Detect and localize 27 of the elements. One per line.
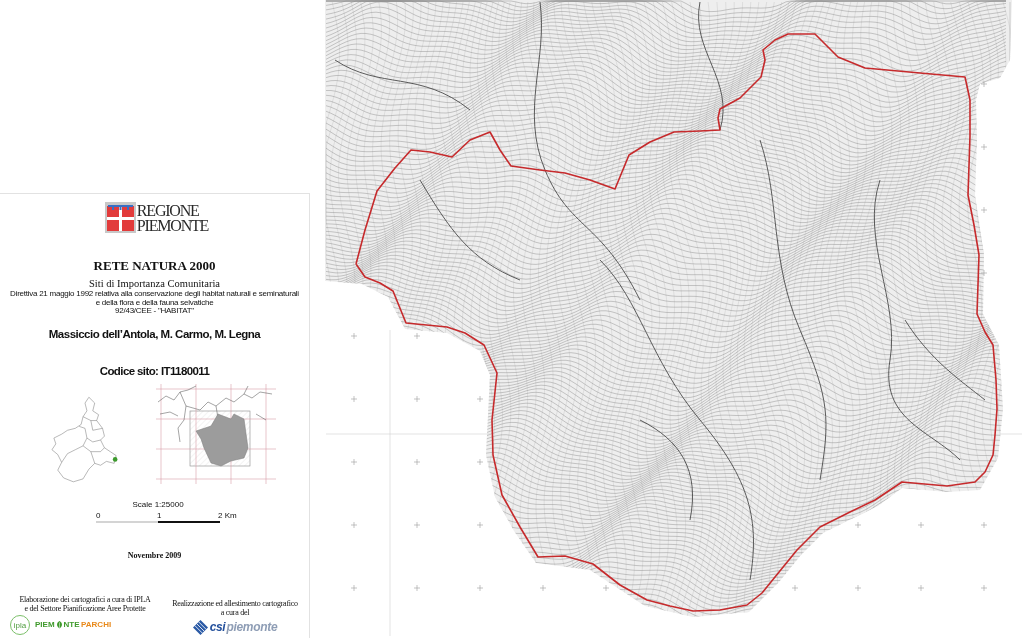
directive-text: Direttiva 21 maggio 1992 relativa alla conservazione degli habitat naturali e seminaturali [10, 290, 299, 298]
document-title: RETE NATURA 2000 [93, 259, 216, 273]
flag-emblem-icon [104, 202, 136, 233]
directive-text: e della flora e della fauna selvatiche [95, 298, 214, 307]
diamond-logo-icon [192, 619, 208, 635]
logo-text: PIEMONTE [136, 217, 209, 233]
scale-tick-label: 0 [96, 510, 101, 520]
site-name: Massiccio dell’Antola, M. Carmo, M. Legna [48, 326, 261, 342]
scale-label: Scale 1:25000 [132, 499, 184, 509]
logo-text: csi [209, 619, 226, 635]
location-dot-icon [112, 456, 118, 462]
document-subtitle: Siti di Importanza Comunitaria [89, 278, 220, 289]
site-area-shape [195, 413, 249, 466]
credit-text: Elaborazione dei cartografici a cura di IPLA [19, 595, 151, 604]
logo-text: PIEM [35, 620, 55, 630]
credit-text: Realizzazione ed allestimento cartografico a cura del [171, 599, 299, 617]
logo-text: NTE [63, 620, 80, 630]
scale-tick-label: 1 [157, 510, 162, 520]
directive-text: 92/43/CEE - "HABITAT" [115, 307, 194, 316]
date-text: Novembre 2009 [127, 550, 182, 560]
logo-text: REGIONE [136, 202, 200, 218]
logo-text: PARCHI [81, 620, 112, 630]
logo-text: piemonte [226, 619, 278, 635]
credit-text: e del Settore Pianificazione Aree Protette [24, 604, 146, 613]
leaf-icon [55, 621, 63, 629]
site-code: Codice sito: IT1180011 [99, 363, 210, 378]
scale-tick-label: 2 Km [218, 510, 237, 520]
